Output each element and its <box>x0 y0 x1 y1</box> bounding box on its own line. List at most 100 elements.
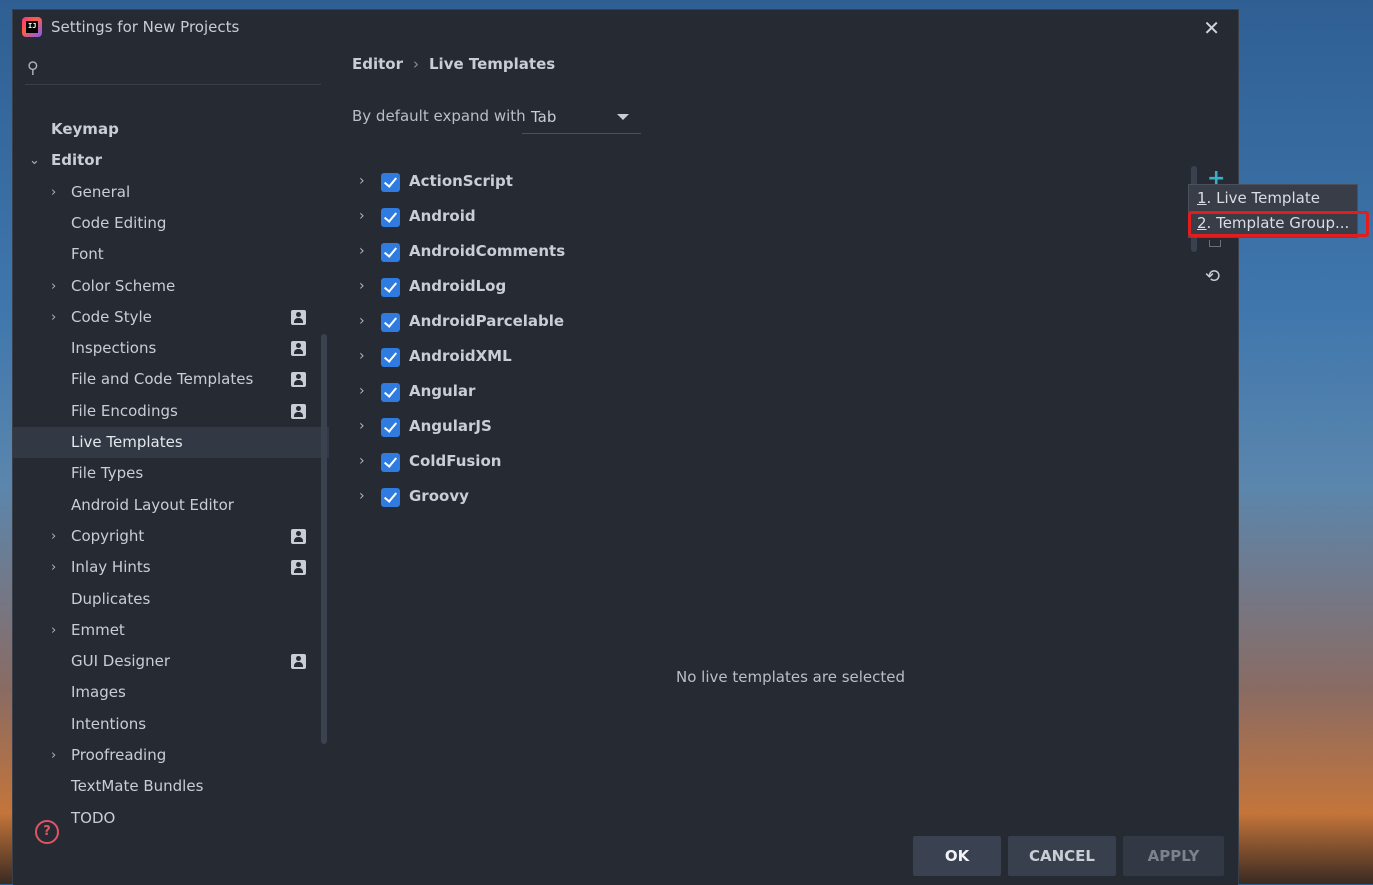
chevron-right-icon[interactable]: › <box>359 383 365 399</box>
sidebar-item-file-and-code-templates[interactable]: File and Code Templates <box>13 364 329 395</box>
sidebar-item-label: Color Scheme <box>71 276 176 295</box>
sidebar-item-color-scheme[interactable]: › Color Scheme <box>13 271 329 302</box>
remove-icon[interactable] <box>1209 240 1221 247</box>
project-settings-icon <box>291 341 306 357</box>
cancel-button[interactable]: CANCEL <box>1008 836 1116 876</box>
sidebar-item-label: File Types <box>71 464 144 483</box>
sidebar-item-label: Font <box>71 245 104 264</box>
template-group-row[interactable]: › ColdFusion <box>359 449 759 479</box>
sidebar-item-live-templates[interactable]: Live Templates <box>13 427 329 458</box>
sidebar-item-label: Emmet <box>71 620 125 639</box>
sidebar-item-label: General <box>71 182 131 201</box>
chevron-right-icon[interactable]: › <box>359 453 365 469</box>
sidebar-item-keymap[interactable]: Keymap <box>13 114 329 145</box>
sidebar-item-label: Code Editing <box>71 213 167 232</box>
chevron-right-icon[interactable]: › <box>51 302 56 333</box>
group-checkbox[interactable] <box>381 453 400 472</box>
sidebar-item-inspections[interactable]: Inspections <box>13 333 329 364</box>
template-group-row[interactable]: › AndroidXML <box>359 344 759 374</box>
chevron-right-icon[interactable]: › <box>51 521 56 552</box>
chevron-right-icon[interactable]: › <box>51 740 56 771</box>
template-group-row[interactable]: › Angular <box>359 379 759 409</box>
chevron-right-icon[interactable]: › <box>359 313 365 329</box>
sidebar-scrollbar[interactable] <box>321 334 327 744</box>
sidebar-item-intentions[interactable]: Intentions <box>13 709 329 740</box>
sidebar-item-label: Images <box>71 683 126 702</box>
chevron-down-icon[interactable]: ⌄ <box>29 145 40 176</box>
sidebar-item-label: Android Layout Editor <box>71 495 234 514</box>
sidebar-item-copyright[interactable]: › Copyright <box>13 521 329 552</box>
sidebar-item-duplicates[interactable]: Duplicates <box>13 584 329 615</box>
sidebar-item-label: Code Style <box>71 307 152 326</box>
chevron-right-icon[interactable]: › <box>51 271 56 302</box>
main-panel: Editor › Live Templates By default expand … <box>331 44 1238 885</box>
sidebar-item-editor[interactable]: ⌄ Editor <box>13 145 329 176</box>
sidebar-item-font[interactable]: Font <box>13 239 329 270</box>
sidebar-item-emmet[interactable]: › Emmet <box>13 615 329 646</box>
sidebar-item-file-types[interactable]: File Types <box>13 458 329 489</box>
group-name: ColdFusion <box>409 452 502 470</box>
chevron-right-icon[interactable]: › <box>51 552 56 583</box>
ok-button[interactable]: OK <box>913 836 1001 876</box>
empty-message: No live templates are selected <box>676 668 906 686</box>
group-name: Groovy <box>409 487 469 505</box>
expand-with-label: By default expand with <box>352 107 526 125</box>
sidebar-item-inlay-hints[interactable]: › Inlay Hints <box>13 552 329 583</box>
group-checkbox[interactable] <box>381 348 400 367</box>
group-checkbox[interactable] <box>381 243 400 262</box>
menu-mnemonic: 1 <box>1197 189 1207 207</box>
chevron-right-icon[interactable]: › <box>359 243 365 259</box>
group-checkbox[interactable] <box>381 418 400 437</box>
chevron-right-icon[interactable]: › <box>359 173 365 189</box>
group-name: Android <box>409 207 476 225</box>
sidebar-item-android-layout-editor[interactable]: Android Layout Editor <box>13 490 329 521</box>
sidebar-item-general[interactable]: › General <box>13 177 329 208</box>
template-group-row[interactable]: › AngularJS <box>359 414 759 444</box>
sidebar-item-label: TextMate Bundles <box>71 777 204 796</box>
menu-item-live-template[interactable]: 1. Live Template <box>1189 186 1357 211</box>
group-checkbox[interactable] <box>381 383 400 402</box>
close-icon[interactable]: ✕ <box>1203 16 1220 40</box>
sidebar-item-proofreading[interactable]: › Proofreading <box>13 740 329 771</box>
chevron-right-icon[interactable]: › <box>51 177 56 208</box>
chevron-right-icon[interactable]: › <box>359 488 365 504</box>
template-group-row[interactable]: › AndroidParcelable <box>359 309 759 339</box>
app-logo-icon: IJ <box>22 17 42 37</box>
chevron-right-icon[interactable]: › <box>359 348 365 364</box>
group-name: AndroidXML <box>409 347 512 365</box>
search-input[interactable]: ⚲ <box>25 54 321 85</box>
breadcrumb-separator: › <box>413 55 419 73</box>
breadcrumb-live-templates: Live Templates <box>429 55 556 73</box>
group-checkbox[interactable] <box>381 173 400 192</box>
group-name: Angular <box>409 382 476 400</box>
group-checkbox[interactable] <box>381 313 400 332</box>
help-icon[interactable]: ? <box>35 820 59 844</box>
menu-item-label: . Live Template <box>1206 189 1320 207</box>
template-group-row[interactable]: › ActionScript <box>359 169 759 199</box>
template-group-row[interactable]: › Android <box>359 204 759 234</box>
sidebar-item-images[interactable]: Images <box>13 677 329 708</box>
sidebar-item-file-encodings[interactable]: File Encodings <box>13 396 329 427</box>
group-checkbox[interactable] <box>381 208 400 227</box>
sidebar-item-todo[interactable]: TODO <box>13 803 329 834</box>
sidebar-item-label: GUI Designer <box>71 652 170 671</box>
sidebar-item-gui-designer[interactable]: GUI Designer <box>13 646 329 677</box>
sidebar-item-code-editing[interactable]: Code Editing <box>13 208 329 239</box>
chevron-right-icon[interactable]: › <box>359 418 365 434</box>
group-checkbox[interactable] <box>381 488 400 507</box>
group-checkbox[interactable] <box>381 278 400 297</box>
template-group-row[interactable]: › AndroidComments <box>359 239 759 269</box>
expand-with-select[interactable]: Tab <box>522 101 641 134</box>
apply-button[interactable]: APPLY <box>1123 836 1224 876</box>
restore-icon[interactable]: ⟲ <box>1205 266 1220 287</box>
template-group-row[interactable]: › Groovy <box>359 484 759 514</box>
chevron-right-icon[interactable]: › <box>51 615 56 646</box>
chevron-right-icon[interactable]: › <box>359 208 365 224</box>
sidebar-item-textmate-bundles[interactable]: TextMate Bundles <box>13 771 329 802</box>
template-group-row[interactable]: › AndroidLog <box>359 274 759 304</box>
breadcrumb-editor[interactable]: Editor <box>352 55 403 73</box>
settings-sidebar: ⚲ Keymap ⌄ Editor › General Code Editing Font ›… <box>13 44 331 885</box>
sidebar-item-code-style[interactable]: › Code Style <box>13 302 329 333</box>
highlight-annotation <box>1188 211 1369 237</box>
chevron-right-icon[interactable]: › <box>359 278 365 294</box>
